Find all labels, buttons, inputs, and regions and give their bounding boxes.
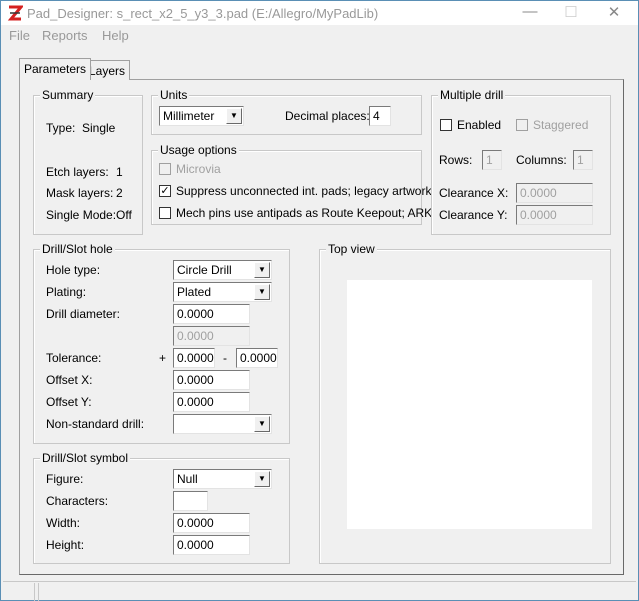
window-title: Pad_Designer: s_rect_x2_5_y3_3.pad (E:/A…: [27, 6, 379, 21]
characters-input[interactable]: [173, 491, 208, 511]
microvia-label: Microvia: [176, 162, 221, 176]
type-label: Type:: [46, 121, 76, 135]
columns-input[interactable]: 1: [573, 150, 593, 170]
figure-value: Null: [177, 472, 198, 486]
menu-help[interactable]: Help: [102, 28, 129, 43]
title-bar: Pad_Designer: s_rect_x2_5_y3_3.pad (E:/A…: [1, 1, 638, 25]
suppress-unconnected-label: Suppress unconnected int. pads; legacy a…: [176, 184, 432, 198]
menu-reports[interactable]: Reports: [42, 28, 88, 43]
summary-title: Summary: [40, 88, 96, 102]
hole-type-label: Hole type:: [46, 263, 101, 277]
non-standard-drill-select[interactable]: ▼: [173, 414, 272, 434]
height-label: Height:: [46, 538, 85, 552]
tolerance-minus-input[interactable]: 0.0000: [236, 348, 278, 368]
status-divider: [34, 583, 35, 601]
hole-type-value: Circle Drill: [177, 263, 232, 277]
drill-slot-hole-group: Drill/Slot hole Hole type: Circle Drill ▼…: [33, 242, 290, 444]
tolerance-minus: -: [223, 351, 227, 365]
menu-file[interactable]: File: [9, 28, 30, 43]
non-standard-drill-label: Non-standard drill:: [46, 417, 145, 431]
pad-designer-window: Pad_Designer: s_rect_x2_5_y3_3.pad (E:/A…: [0, 0, 639, 601]
summary-group: Summary Type: Single Etch layers: 1 Mask…: [33, 88, 143, 235]
mask-layers-label: Mask layers:: [46, 186, 114, 200]
offset-y-label: Offset Y:: [46, 395, 92, 409]
units-title: Units: [158, 88, 190, 102]
multiple-drill-title: Multiple drill: [438, 88, 506, 102]
usage-options-title: Usage options: [158, 143, 239, 157]
chevron-down-icon[interactable]: ▼: [254, 471, 270, 487]
clearance-x-input[interactable]: 0.0000: [516, 183, 593, 203]
tolerance-label: Tolerance:: [46, 351, 102, 365]
drill-diameter-input[interactable]: 0.0000: [173, 304, 250, 324]
enabled-checkbox[interactable]: [440, 119, 452, 131]
offset-x-label: Offset X:: [46, 373, 93, 387]
staggered-checkbox[interactable]: [516, 119, 528, 131]
clearance-x-label: Clearance X:: [439, 186, 509, 200]
single-mode-value: Off: [116, 208, 132, 222]
type-value: Single: [82, 121, 116, 135]
chevron-down-icon[interactable]: ▼: [254, 262, 270, 278]
single-mode-label: Single Mode:: [46, 208, 117, 222]
drill-slot-hole-title: Drill/Slot hole: [40, 242, 115, 256]
staggered-label: Staggered: [533, 118, 589, 132]
clearance-y-input[interactable]: 0.0000: [516, 205, 593, 225]
microvia-checkbox[interactable]: [159, 163, 171, 175]
plating-label: Plating:: [46, 285, 87, 299]
drill-slot-symbol-group: Drill/Slot symbol Figure: Null ▼ Characte…: [33, 451, 290, 564]
decimal-places-input[interactable]: 4: [369, 106, 391, 126]
top-view-title: Top view: [326, 242, 377, 256]
chevron-down-icon[interactable]: ▼: [254, 416, 270, 432]
status-divider: [38, 583, 39, 601]
mech-pins-label: Mech pins use antipads as Route Keepout;…: [176, 206, 433, 220]
rows-label: Rows:: [439, 153, 473, 167]
drill-diameter-secondary-input[interactable]: 0.0000: [173, 326, 250, 346]
minimize-button[interactable]: —: [515, 3, 545, 23]
clearance-y-label: Clearance Y:: [439, 208, 508, 222]
offset-y-input[interactable]: 0.0000: [173, 392, 250, 412]
tab-parameters[interactable]: Parameters: [19, 58, 92, 80]
characters-label: Characters:: [46, 494, 109, 508]
columns-label: Columns:: [516, 153, 567, 167]
etch-layers-label: Etch layers:: [46, 165, 109, 179]
hole-type-select[interactable]: Circle Drill ▼: [173, 260, 272, 280]
chevron-down-icon[interactable]: ▼: [254, 284, 270, 300]
tolerance-plus: +: [159, 351, 167, 365]
plating-value: Plated: [177, 285, 212, 299]
units-value: Millimeter: [163, 109, 215, 123]
units-select[interactable]: Millimeter ▼: [159, 106, 244, 126]
rows-input[interactable]: 1: [482, 150, 502, 170]
figure-label: Figure:: [46, 472, 84, 486]
plating-select[interactable]: Plated ▼: [173, 282, 272, 302]
decimal-places-label: Decimal places:: [285, 109, 370, 123]
multiple-drill-group: Multiple drill Enabled Staggered Rows: 1…: [431, 88, 611, 235]
width-input[interactable]: 0.0000: [173, 513, 250, 533]
close-button[interactable]: ✕: [599, 3, 629, 23]
height-input[interactable]: 0.0000: [173, 535, 250, 555]
top-view-group: Top view: [319, 242, 611, 564]
units-group: Units Millimeter ▼ Decimal places: 4: [151, 88, 422, 135]
mask-layers-value: 2: [116, 186, 123, 200]
mech-pins-checkbox[interactable]: [159, 207, 171, 219]
maximize-button[interactable]: ☐: [556, 3, 586, 23]
top-view-canvas: [347, 280, 592, 529]
tolerance-plus-input[interactable]: 0.0000: [173, 348, 215, 368]
etch-layers-value: 1: [116, 165, 123, 179]
offset-x-input[interactable]: 0.0000: [173, 370, 250, 390]
figure-select[interactable]: Null ▼: [173, 469, 272, 489]
suppress-unconnected-checkbox[interactable]: ✓: [159, 185, 171, 197]
drill-slot-symbol-title: Drill/Slot symbol: [40, 451, 131, 465]
drill-diameter-label: Drill diameter:: [46, 307, 121, 321]
width-label: Width:: [46, 516, 81, 530]
app-logo-icon: [7, 5, 23, 21]
enabled-label: Enabled: [457, 118, 502, 132]
usage-options-group: Usage options Microvia ✓ Suppress unconn…: [151, 143, 432, 225]
status-bar: [3, 581, 636, 601]
chevron-down-icon[interactable]: ▼: [226, 108, 242, 124]
